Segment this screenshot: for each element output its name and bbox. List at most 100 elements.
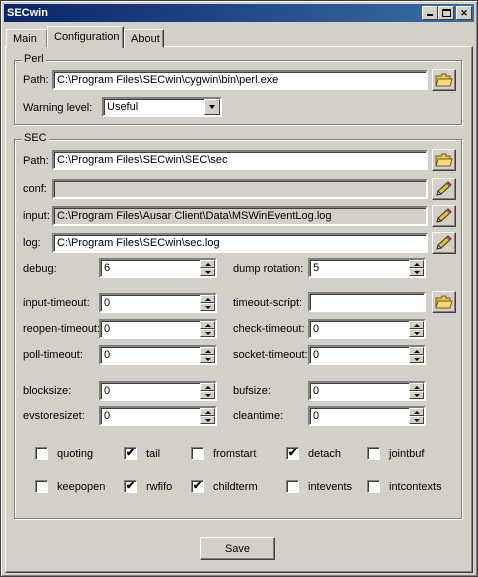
tail-label: tail (146, 447, 161, 460)
minimize-button[interactable] (422, 6, 438, 20)
input-edit-button[interactable] (432, 205, 456, 227)
childterm-box[interactable]: ✔ (191, 480, 204, 493)
debug-spinner[interactable]: 6 (99, 258, 217, 278)
conf-edit-button[interactable] (432, 178, 456, 200)
save-button[interactable]: Save (200, 537, 275, 560)
pencil-icon (436, 181, 452, 196)
quoting-box[interactable] (35, 447, 48, 460)
spin-down-button[interactable] (409, 268, 424, 276)
dropdown-arrow-button[interactable] (204, 99, 220, 115)
spin-down-button[interactable] (409, 355, 424, 363)
secwin-window: SECwin ✕ Main Configuration About Perl P… (0, 0, 478, 577)
arrow-up-icon (204, 349, 211, 353)
spin-up-button[interactable] (200, 347, 215, 355)
fromstart-box[interactable] (191, 447, 204, 460)
tab-configuration[interactable]: Configuration (47, 26, 124, 48)
minimize-icon (427, 14, 433, 16)
spin-down-button[interactable] (200, 329, 215, 337)
evstoresize-spinner[interactable]: 0 (99, 406, 217, 426)
arrow-up-icon (413, 349, 420, 353)
fromstart-checkbox[interactable]: fromstart (191, 447, 256, 460)
cleantime-spinner[interactable]: 0 (308, 406, 426, 426)
tail-box[interactable]: ✔ (124, 447, 137, 460)
close-button[interactable]: ✕ (456, 6, 472, 20)
spin-down-button[interactable] (200, 303, 215, 311)
arrow-down-icon (413, 393, 420, 397)
tail-checkbox[interactable]: ✔ tail (124, 447, 160, 460)
rwfifo-checkbox[interactable]: ✔ rwfifo (124, 480, 172, 493)
intevents-checkbox[interactable]: intevents (286, 480, 352, 493)
evstoresize-label: evstoresizet: (23, 410, 85, 422)
reopen-timeout-spinner[interactable]: 0 (99, 319, 217, 339)
dump-rotation-value: 5 (313, 262, 320, 274)
spin-up-button[interactable] (409, 408, 424, 416)
input-field[interactable]: C:\Program Files\Ausar Client\Data\MSWin… (52, 206, 428, 226)
warning-level-select[interactable]: Useful (102, 97, 222, 117)
tab-about[interactable]: About (124, 29, 164, 48)
intevents-box[interactable] (286, 480, 299, 493)
jointbuf-box[interactable] (367, 447, 380, 460)
spin-up-button[interactable] (409, 321, 424, 329)
spin-down-button[interactable] (200, 268, 215, 276)
spin-down-button[interactable] (200, 391, 215, 399)
timeout-script-browse-button[interactable] (432, 291, 456, 313)
jointbuf-label: jointbuf (389, 447, 425, 460)
spin-down-button[interactable] (200, 355, 215, 363)
conf-field[interactable] (52, 179, 428, 199)
timeout-script-field[interactable] (308, 292, 426, 312)
keepopen-box[interactable] (35, 480, 48, 493)
log-edit-button[interactable] (432, 232, 456, 254)
quoting-label: quoting (57, 447, 94, 460)
socket-timeout-spinner[interactable]: 0 (308, 345, 426, 365)
arrow-up-icon (204, 385, 211, 389)
checkmark-icon: ✔ (125, 447, 136, 459)
title-bar[interactable]: SECwin ✕ (4, 4, 474, 22)
dump-rotation-spinner[interactable]: 5 (308, 258, 426, 278)
intcontexts-box[interactable] (367, 480, 380, 493)
intcontexts-label: intcontexts (389, 480, 442, 493)
folder-open-icon (435, 73, 453, 86)
blocksize-spinner[interactable]: 0 (99, 381, 217, 401)
spin-up-button[interactable] (200, 408, 215, 416)
detach-checkbox[interactable]: ✔ detach (286, 447, 341, 460)
arrow-down-icon (413, 357, 420, 361)
spin-up-button[interactable] (409, 383, 424, 391)
input-timeout-label: input-timeout: (23, 297, 90, 309)
spin-up-button[interactable] (409, 347, 424, 355)
spin-down-button[interactable] (200, 416, 215, 424)
sec-browse-button[interactable] (432, 149, 456, 171)
arrow-down-icon (204, 418, 211, 422)
spin-up-button[interactable] (200, 321, 215, 329)
spin-up-button[interactable] (200, 383, 215, 391)
check-timeout-label: check-timeout: (233, 323, 305, 335)
spin-up-button[interactable] (409, 260, 424, 268)
spin-down-button[interactable] (409, 391, 424, 399)
childterm-checkbox[interactable]: ✔ childterm (191, 480, 258, 493)
rwfifo-box[interactable]: ✔ (124, 480, 137, 493)
folder-open-icon (435, 153, 453, 166)
folder-open-icon (435, 295, 453, 308)
debug-value: 6 (104, 262, 111, 274)
perl-path-field[interactable]: C:\Program Files\SECwin\cygwin\bin\perl.… (52, 70, 428, 90)
chevron-down-icon (209, 105, 215, 109)
log-field[interactable]: C:\Program Files\SECwin\sec.log (52, 233, 428, 253)
bufsize-spinner[interactable]: 0 (308, 381, 426, 401)
poll-timeout-spinner[interactable]: 0 (99, 345, 217, 365)
evstoresize-value: 0 (104, 410, 111, 422)
perl-browse-button[interactable] (432, 69, 456, 91)
intcontexts-checkbox[interactable]: intcontexts (367, 480, 442, 493)
maximize-button[interactable] (438, 6, 454, 20)
detach-box[interactable]: ✔ (286, 447, 299, 460)
conf-label: conf: (23, 183, 47, 195)
keepopen-checkbox[interactable]: keepopen (35, 480, 105, 493)
spin-up-button[interactable] (200, 295, 215, 303)
spin-up-button[interactable] (200, 260, 215, 268)
tab-main[interactable]: Main (6, 29, 48, 48)
quoting-checkbox[interactable]: quoting (35, 447, 93, 460)
spin-down-button[interactable] (409, 416, 424, 424)
input-timeout-spinner[interactable]: 0 (99, 293, 217, 313)
spin-down-button[interactable] (409, 329, 424, 337)
sec-path-field[interactable]: C:\Program Files\SECwin\SEC\sec (52, 150, 428, 170)
jointbuf-checkbox[interactable]: jointbuf (367, 447, 424, 460)
check-timeout-spinner[interactable]: 0 (308, 319, 426, 339)
